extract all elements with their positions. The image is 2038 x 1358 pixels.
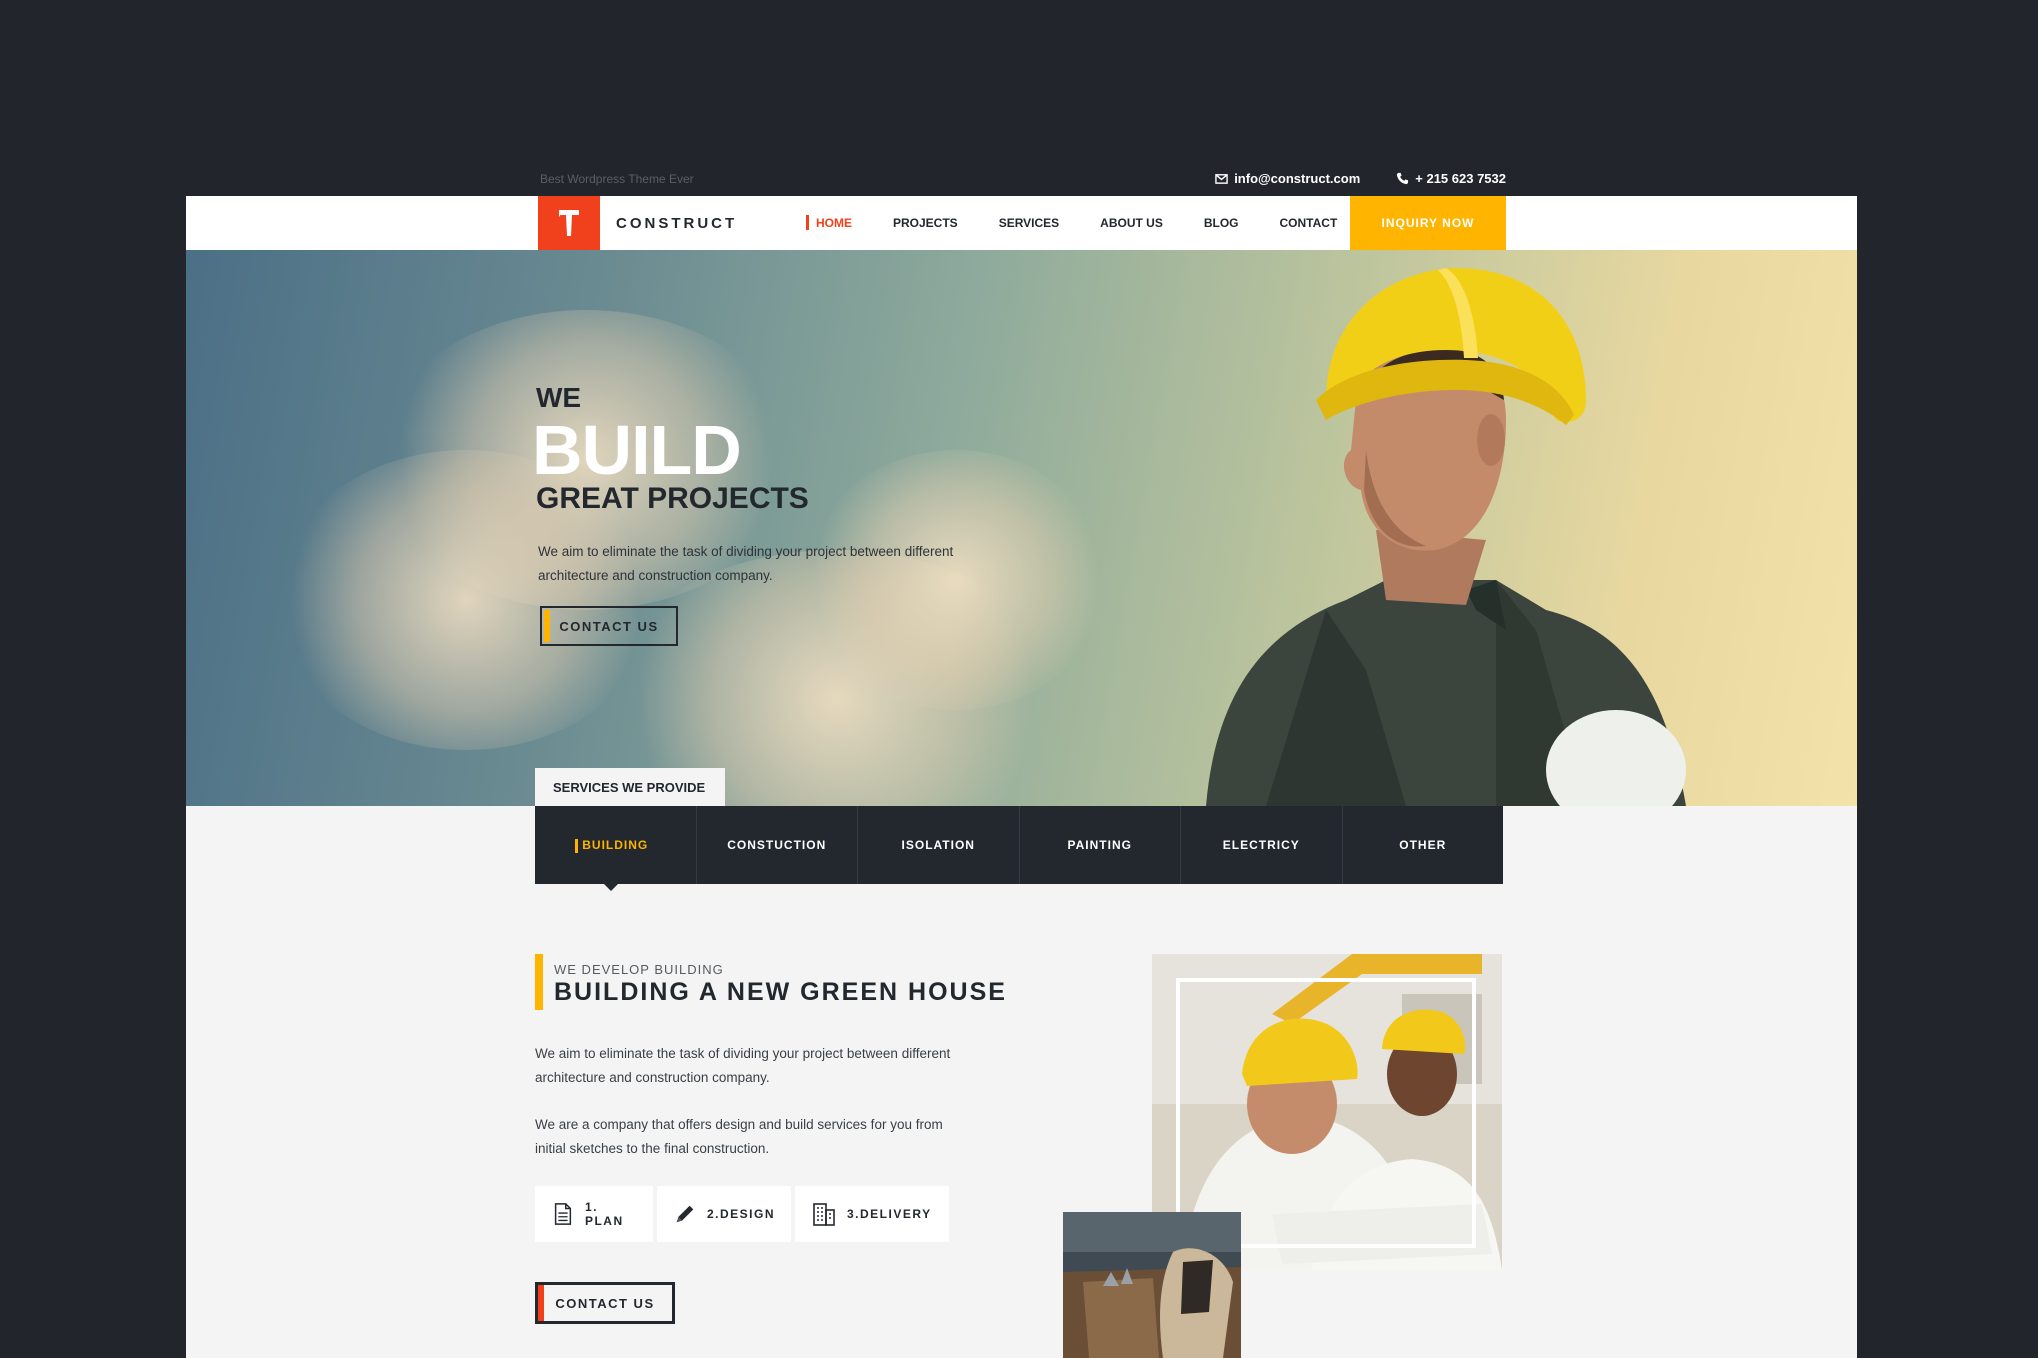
website-page: CONSTRUCT HOME PROJECTS SERVICES ABOUT U… — [186, 196, 1857, 1358]
phone-link[interactable]: + 215 623 7532 — [1396, 171, 1506, 186]
step-plan-label: 1. PLAN — [584, 1200, 624, 1228]
contact-info: info@construct.com + 215 623 7532 — [1215, 171, 1506, 186]
pencil-icon — [676, 1205, 694, 1223]
tab-building[interactable]: BUILDING — [535, 806, 697, 884]
hero-contact-us-button[interactable]: CONTACT US — [540, 606, 678, 646]
inquiry-now-button[interactable]: INQUIRY NOW — [1350, 196, 1506, 250]
nav-services[interactable]: SERVICES — [999, 216, 1059, 230]
nav-projects[interactable]: PROJECTS — [893, 216, 958, 230]
envelope-icon — [1215, 174, 1228, 184]
hammer-icon — [559, 210, 579, 236]
title-accent-bar — [535, 954, 543, 1010]
hero-banner: WE BUILD GREAT PROJECTS We aim to elimin… — [186, 250, 1857, 806]
tool-belt-photo — [1063, 1212, 1241, 1358]
step-delivery[interactable]: 3.DELIVERY — [795, 1186, 949, 1242]
nav-contact[interactable]: CONTACT — [1280, 216, 1338, 230]
section-kicker: WE DEVELOP BUILDING — [554, 962, 724, 977]
construction-worker-image — [1206, 268, 1686, 806]
content-contact-us-button[interactable]: CONTACT US — [535, 1282, 675, 1324]
section-title: BUILDING A NEW GREEN HOUSE — [554, 978, 1007, 1006]
building-icon — [813, 1203, 835, 1226]
nav-blog[interactable]: BLOG — [1204, 216, 1239, 230]
hero-description: We aim to eliminate the task of dividing… — [538, 544, 954, 583]
tab-other[interactable]: OTHER — [1343, 806, 1504, 884]
email-text: info@construct.com — [1234, 171, 1361, 186]
logo[interactable] — [538, 196, 600, 250]
content-paragraph-2: We are a company that offers design and … — [535, 1117, 943, 1156]
content-paragraph-1: We aim to eliminate the task of dividing… — [535, 1046, 951, 1085]
email-link[interactable]: info@construct.com — [1215, 171, 1360, 186]
brand-name: CONSTRUCT — [616, 215, 738, 232]
tagline: Best Wordpress Theme Ever — [540, 172, 694, 186]
document-icon — [554, 1203, 572, 1225]
active-tab-pointer — [604, 884, 618, 891]
step-design[interactable]: 2.DESIGN — [657, 1186, 791, 1242]
nav-about-us[interactable]: ABOUT US — [1100, 216, 1163, 230]
hero-line-build: BUILD — [532, 411, 742, 489]
step-delivery-label: 3.DELIVERY — [847, 1207, 932, 1221]
tab-electricity[interactable]: ELECTRICY — [1181, 806, 1343, 884]
services-tab-bar: BUILDING CONSTUCTION ISOLATION PAINTING … — [535, 806, 1503, 884]
tab-construction[interactable]: CONSTUCTION — [697, 806, 858, 884]
step-design-label: 2.DESIGN — [706, 1207, 775, 1221]
site-header: CONSTRUCT HOME PROJECTS SERVICES ABOUT U… — [186, 196, 1857, 250]
tab-isolation[interactable]: ISOLATION — [858, 806, 1020, 884]
top-utility-bar: Best Wordpress Theme Ever info@construct… — [540, 168, 1506, 192]
phone-text: + 215 623 7532 — [1415, 171, 1506, 186]
services-label: SERVICES WE PROVIDE — [535, 768, 725, 806]
step-plan[interactable]: 1. PLAN — [535, 1186, 653, 1242]
process-steps: 1. PLAN 2.DESIGN 3.DELIVERY — [535, 1186, 949, 1242]
main-nav: HOME PROJECTS SERVICES ABOUT US BLOG CON… — [806, 215, 1378, 230]
tab-painting[interactable]: PAINTING — [1020, 806, 1181, 884]
nav-home[interactable]: HOME — [806, 215, 852, 230]
hero-line-great-projects: GREAT PROJECTS — [536, 482, 809, 515]
phone-icon — [1397, 172, 1409, 185]
